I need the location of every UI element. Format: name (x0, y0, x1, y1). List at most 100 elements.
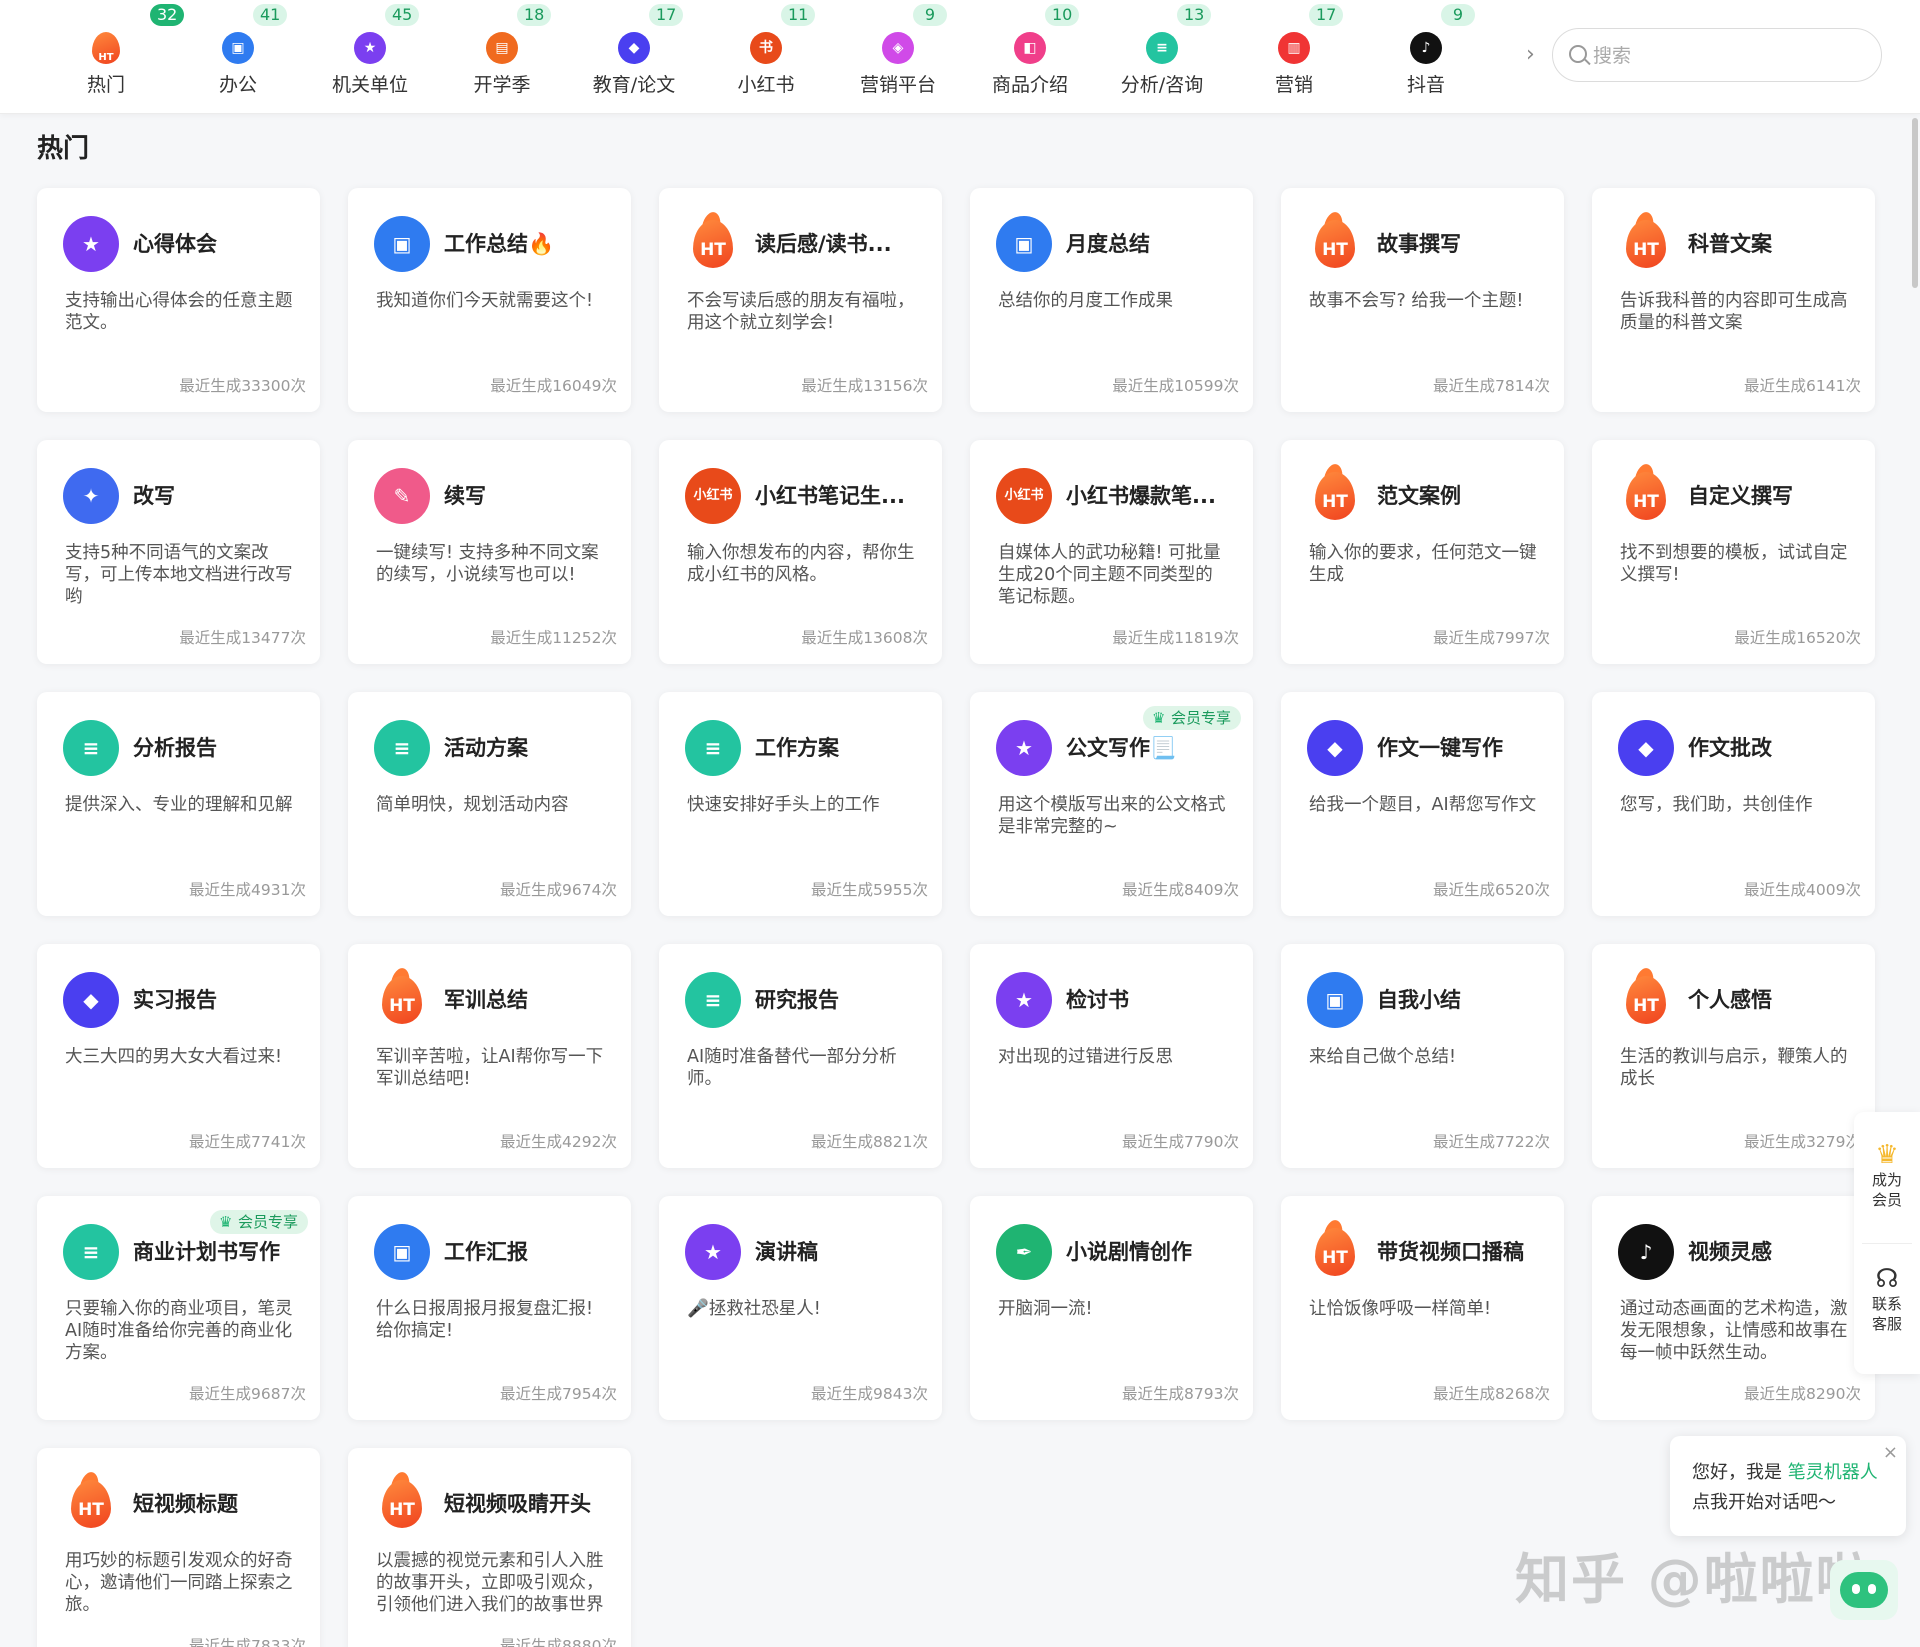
template-card[interactable]: ▣ 自我小结 来给自己做个总结! 最近生成7722次 (1281, 944, 1564, 1168)
category-tab[interactable]: 17 ◆ 教育/论文 (568, 0, 700, 114)
card-title: 小说剧情创作 (1066, 1240, 1192, 1264)
template-card[interactable]: ★ 心得体会 支持输出心得体会的任意主题范文。 最近生成33300次 (37, 188, 320, 412)
template-card[interactable]: HT 科普文案 告诉我科普的内容即可生成高质量的科普文案 最近生成6141次 (1592, 188, 1875, 412)
card-usage-count: 最近生成10599次 (1112, 377, 1239, 395)
category-tab[interactable]: 45 ★ 机关单位 (304, 0, 436, 114)
template-card[interactable]: ✦ 改写 支持5种不同语气的文案改写，可上传本地文档进行改写哟 最近生成13477次 (37, 440, 320, 664)
card-usage-count: 最近生成11252次 (490, 629, 617, 647)
card-description: 输入你想发布的内容，帮你生成小红书的风格。 (687, 543, 915, 585)
card-usage-count: 最近生成9843次 (811, 1385, 928, 1403)
side-widget: ♛ 成为会员 ☊ 联系客服 (1854, 1112, 1920, 1374)
template-card[interactable]: ▣ 工作汇报 什么日报周报月报复盘汇报! 给你搞定! 最近生成7954次 (348, 1196, 631, 1420)
card-usage-count: 最近生成13608次 (801, 629, 928, 647)
template-card[interactable]: ◆ 实习报告 大三大四的男大女大看过来! 最近生成7741次 (37, 944, 320, 1168)
template-card[interactable]: ≡ 活动方案 简单明快，规划活动内容 最近生成9674次 (348, 692, 631, 916)
card-description: 开脑洞一流! (998, 1299, 1093, 1319)
flame-icon: HT (374, 966, 430, 1028)
template-card[interactable]: HT 军训总结 军训辛苦啦，让AI帮你写一下军训总结吧! 最近生成4292次 (348, 944, 631, 1168)
card-usage-count: 最近生成7954次 (500, 1385, 617, 1403)
template-card[interactable]: HT 读后感/读书... 不会写读后感的朋友有福啦，用这个就立刻学会! 最近生成131… (659, 188, 942, 412)
briefcase-icon: ▣ (996, 216, 1052, 272)
category-tab[interactable]: 32 HT 热门 (40, 0, 185, 114)
category-tab[interactable]: 41 ▣ 办公 (172, 0, 304, 114)
category-tab[interactable]: 17 ▥ 营销 (1228, 0, 1360, 114)
template-card[interactable]: ≡ 商业计划书写作 只要输入你的商业项目，笔灵AI随时准备给你完善的商业化方案。 最近… (37, 1196, 320, 1420)
flame-icon: HT (1618, 966, 1674, 1028)
category-label: 教育/论文 (592, 74, 676, 96)
card-title: 月度总结 (1066, 232, 1150, 256)
template-card[interactable]: ★ 演讲稿 🎤拯救社恐星人! 最近生成9843次 (659, 1196, 942, 1420)
card-title: 短视频吸睛开头 (444, 1492, 591, 1516)
category-tab[interactable]: 9 ◈ 营销平台 (832, 0, 964, 114)
template-card[interactable]: 小红书 小红书笔记生... 输入你想发布的内容，帮你生成小红书的风格。 最近生成136… (659, 440, 942, 664)
flame-icon: HT (1618, 210, 1674, 272)
template-card[interactable]: HT 带货视频口播稿 让恰饭像呼吸一样简单! 最近生成8268次 (1281, 1196, 1564, 1420)
template-card[interactable]: HT 短视频标题 用巧妙的标题引发观众的好奇心，邀请他们一同踏上探索之旅。 最近生成7… (37, 1448, 320, 1647)
document-icon: ≡ (63, 720, 119, 776)
template-card[interactable]: HT 自定义撰写 找不到想要的模板，试试自定义撰写! 最近生成16520次 (1592, 440, 1875, 664)
template-card[interactable]: ▣ 工作总结🔥 我知道你们今天就需要这个! 最近生成16049次 (348, 188, 631, 412)
template-card[interactable]: ✒ 小说剧情创作 开脑洞一流! 最近生成8793次 (970, 1196, 1253, 1420)
card-title: 作文批改 (1688, 736, 1772, 760)
robot-face (1840, 1572, 1888, 1608)
template-card[interactable]: ◆ 作文批改 您写，我们助，共创佳作 最近生成4009次 (1592, 692, 1875, 916)
chat-bubble[interactable]: 您好，我是 笔灵机器人 点我开始对话吧～ × (1670, 1436, 1906, 1536)
watermark: 知乎 @啦啦啦 (1515, 1548, 1872, 1611)
template-card[interactable]: HT 短视频吸睛开头 以震撼的视觉元素和引人入胜的故事开头，立即吸引观众，引领他们进… (348, 1448, 631, 1647)
template-card[interactable]: HT 个人感悟 生活的教训与启示，鞭策人的成长 最近生成3279次 (1592, 944, 1875, 1168)
star-badge-icon: ★ (354, 32, 386, 64)
category-tab[interactable]: 13 ≡ 分析/咨询 (1096, 0, 1228, 114)
category-count-badge: 17 (1309, 4, 1344, 26)
template-card[interactable]: ★ 公文写作📃 用这个模版写出来的公文格式是非常完整的~ 最近生成8409次 会员专享 (970, 692, 1253, 916)
card-usage-count: 最近生成5955次 (811, 881, 928, 899)
template-card[interactable]: ≡ 分析报告 提供深入、专业的理解和见解 最近生成4931次 (37, 692, 320, 916)
document-icon: ≡ (374, 720, 430, 776)
search-box[interactable] (1552, 28, 1882, 82)
scrollbar[interactable] (1912, 118, 1918, 288)
template-card[interactable]: ✎ 续写 一键续写! 支持多种不同文案的续写，小说续写也可以! 最近生成11252次 (348, 440, 631, 664)
category-tab[interactable]: 11 书小红书 (700, 0, 832, 114)
card-description: 🎤拯救社恐星人! (687, 1299, 821, 1319)
card-title: 小红书爆款笔... (1066, 484, 1216, 508)
template-card[interactable]: ▣ 月度总结 总结你的月度工作成果 最近生成10599次 (970, 188, 1253, 412)
category-count-badge: 9 (1441, 4, 1475, 26)
card-usage-count: 最近生成7741次 (189, 1133, 306, 1151)
card-title: 短视频标题 (133, 1492, 238, 1516)
flame-icon: HT (90, 32, 122, 64)
card-title: 商业计划书写作 (133, 1240, 280, 1264)
flame-icon: HT (1307, 210, 1363, 272)
template-card[interactable]: ◆ 作文一键写作 给我一个题目，AI帮您写作文 最近生成6520次 (1281, 692, 1564, 916)
category-tab[interactable]: 9 ♪ 抖音 (1360, 0, 1492, 114)
card-description: 简单明快，规划活动内容 (376, 795, 569, 815)
template-card[interactable]: HT 范文案例 输入你的要求，任何范文一键生成 最近生成7997次 (1281, 440, 1564, 664)
contact-support-button[interactable]: ☊ 联系客服 (1854, 1264, 1920, 1334)
category-tab[interactable]: 18 ▤ 开学季 (436, 0, 568, 114)
magic-wand-icon: ✦ (63, 468, 119, 524)
search-input[interactable] (1593, 41, 1863, 71)
category-count-badge: 41 (253, 4, 288, 26)
contact-support-label: 联系客服 (1871, 1295, 1902, 1333)
card-description: 用巧妙的标题引发观众的好奇心，邀请他们一同踏上探索之旅。 (65, 1551, 293, 1615)
close-icon[interactable]: × (1883, 1442, 1898, 1463)
chevron-right-icon[interactable]: › (1526, 42, 1535, 67)
chat-brand: 笔灵机器人 (1787, 1462, 1878, 1483)
category-count-badge: 13 (1177, 4, 1212, 26)
card-title: 公文写作📃 (1066, 736, 1177, 760)
category-label: 开学季 (473, 74, 531, 96)
template-card[interactable]: HT 故事撰写 故事不会写? 给我一个主题! 最近生成7814次 (1281, 188, 1564, 412)
template-card[interactable]: ≡ 工作方案 快速安排好手头上的工作 最近生成5955次 (659, 692, 942, 916)
become-member-button[interactable]: ♛ 成为会员 (1854, 1140, 1920, 1210)
category-tab[interactable]: 10 ◧ 商品介绍 (964, 0, 1096, 114)
section-title: 热门 (37, 134, 90, 164)
template-card[interactable]: 小红书 小红书爆款笔... 自媒体人的武功秘籍! 可批量生成20个同主题不同类型的笔… (970, 440, 1253, 664)
robot-assistant-icon[interactable] (1830, 1560, 1898, 1620)
card-description: 快速安排好手头上的工作 (687, 795, 880, 815)
card-usage-count: 最近生成7833次 (189, 1637, 306, 1647)
template-card[interactable]: ♪ 视频灵感 通过动态画面的艺术构造，激发无限想象，让情感和故事在每一帧中跃然生动。… (1592, 1196, 1875, 1420)
card-title: 演讲稿 (755, 1240, 818, 1264)
card-title: 读后感/读书... (755, 232, 892, 256)
template-card[interactable]: ≡ 研究报告 AI随时准备替代一部分分析师。 最近生成8821次 (659, 944, 942, 1168)
card-description: 给我一个题目，AI帮您写作文 (1309, 795, 1537, 815)
chat-prompt: 点我开始对话吧～ (1692, 1492, 1836, 1513)
template-card[interactable]: ★ 检讨书 对出现的过错进行反思 最近生成7790次 (970, 944, 1253, 1168)
